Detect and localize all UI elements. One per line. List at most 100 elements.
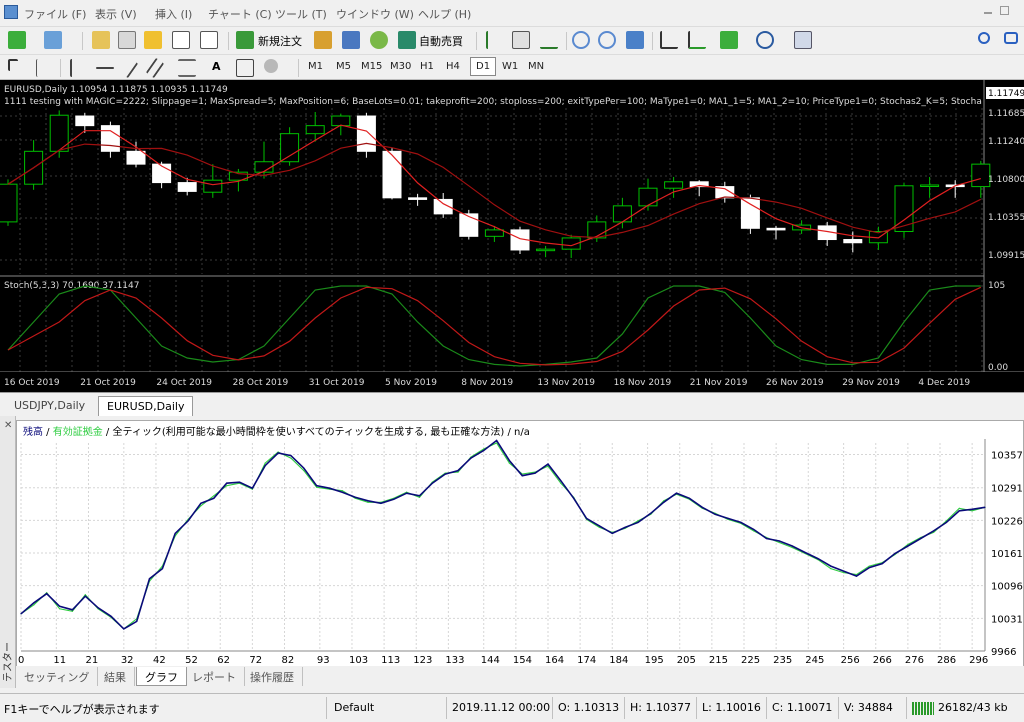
arrows-icon[interactable] — [264, 59, 278, 73]
balance-point — [958, 510, 960, 512]
fibonacci-icon[interactable] — [178, 59, 196, 77]
price-label: 1.10355 — [988, 213, 1024, 223]
new-order-icon[interactable] — [236, 31, 254, 49]
minimize-icon[interactable] — [984, 12, 992, 14]
balance-point — [547, 463, 549, 465]
crosshair-icon[interactable] — [36, 59, 44, 77]
x-tick-label: 103 — [349, 655, 368, 666]
timeframe-h4[interactable]: H4 — [446, 61, 460, 72]
vertical-line-icon[interactable] — [70, 59, 76, 77]
tab-journal[interactable]: 操作履歴 — [242, 667, 303, 686]
price-chart-window[interactable]: EURUSD,Daily 1.10954 1.11875 1.10935 1.1… — [0, 80, 1024, 392]
balance-point — [200, 502, 202, 504]
tab-usdjpy-daily[interactable]: USDJPY,Daily — [6, 396, 93, 416]
search-icon[interactable] — [978, 32, 990, 44]
timeframe-h1[interactable]: H1 — [420, 61, 434, 72]
equity-point — [59, 608, 61, 610]
tab-results[interactable]: 結果 — [96, 667, 135, 686]
tab-report[interactable]: レポート — [184, 667, 245, 686]
zoom-in-icon[interactable] — [572, 31, 590, 49]
y-tick-label: 10226 — [991, 516, 1023, 527]
menu-window[interactable]: ウインドウ (W) — [336, 6, 414, 22]
zoom-out-icon[interactable] — [598, 31, 616, 49]
timeframe-mn[interactable]: MN — [528, 61, 544, 72]
market-watch-icon[interactable] — [92, 31, 110, 49]
equity-point — [830, 568, 832, 570]
candle-body — [843, 239, 863, 244]
status-volume: V: 34884 — [844, 701, 893, 714]
line-chart-icon[interactable] — [540, 31, 558, 49]
bar-chart-icon[interactable] — [486, 31, 504, 49]
menu-chart[interactable]: チャート (C) — [208, 6, 272, 22]
tab-graph[interactable]: グラフ — [136, 667, 187, 686]
balance-point — [688, 497, 691, 499]
price-chart-canvas[interactable]: EURUSD,Daily 1.10954 1.11875 1.10935 1.1… — [0, 80, 1024, 392]
metaeditor-icon[interactable] — [314, 31, 332, 49]
timeframe-m5[interactable]: M5 — [336, 61, 351, 72]
equity-point — [560, 482, 562, 484]
auto-trading-button[interactable]: 自動売買 — [419, 33, 463, 49]
equity-point — [264, 462, 266, 464]
date-label: 21 Nov 2019 — [690, 378, 748, 388]
trendline-icon[interactable] — [119, 57, 139, 79]
balance-point — [290, 455, 292, 457]
equity-point — [341, 490, 343, 492]
menu-insert[interactable]: 挿入 (I) — [155, 6, 192, 22]
tester-tabs: セッティング 結果 グラフ レポート 操作履歴 — [16, 666, 1024, 688]
balance-point — [226, 482, 228, 484]
balance-point — [354, 496, 356, 498]
candle-body — [638, 187, 658, 207]
autoscroll-icon[interactable] — [688, 31, 706, 49]
svg-text:残高 / 有効証拠金 / 全ティック(利用可能な最小時間枠を: 残高 / 有効証拠金 / 全ティック(利用可能な最小時間枠を使いすべてのティック… — [23, 425, 530, 438]
new-order-button[interactable]: 新規注文 — [258, 33, 302, 49]
menu-help[interactable]: ヘルプ (H) — [418, 6, 471, 22]
tile-windows-icon[interactable] — [626, 31, 644, 49]
templates-icon[interactable] — [794, 31, 812, 49]
tab-settings[interactable]: セッティング — [16, 667, 99, 686]
chart-shift-icon[interactable] — [660, 31, 678, 49]
menu-view[interactable]: 表示 (V) — [95, 6, 137, 22]
timeframe-m15[interactable]: M15 — [361, 61, 382, 72]
timeframe-m30[interactable]: M30 — [390, 61, 411, 72]
channel-icon[interactable] — [145, 57, 165, 79]
tester-side-bar[interactable]: ✕ テスター — [0, 416, 16, 688]
balance-point — [251, 487, 253, 489]
balance-point — [444, 473, 446, 475]
x-tick-label: 42 — [153, 655, 166, 666]
chat-icon[interactable] — [1004, 32, 1018, 44]
restore-icon[interactable] — [1000, 6, 1009, 15]
x-tick-label: 133 — [445, 655, 464, 666]
menu-tools[interactable]: ツール (T) — [275, 6, 327, 22]
text-label-icon[interactable] — [236, 59, 254, 77]
menu-file[interactable]: ファイル (F) — [24, 6, 86, 22]
candlestick-icon[interactable] — [512, 31, 530, 49]
indicators-icon[interactable] — [720, 31, 738, 49]
x-tick-label: 205 — [677, 655, 696, 666]
auto-trading-icon[interactable] — [398, 31, 416, 49]
balance-point — [213, 497, 215, 499]
status-open: O: 1.10313 — [558, 701, 620, 714]
navigator-icon[interactable] — [144, 31, 162, 49]
periods-icon[interactable] — [756, 31, 774, 49]
profiles-icon[interactable] — [44, 31, 62, 49]
new-chart-icon[interactable] — [8, 31, 26, 49]
signals-icon[interactable] — [370, 31, 388, 49]
data-window-icon[interactable] — [118, 31, 136, 49]
candle-body — [305, 125, 325, 135]
timeframe-w1[interactable]: W1 — [502, 61, 518, 72]
x-tick-label: 11 — [53, 655, 66, 666]
close-icon[interactable]: ✕ — [4, 420, 12, 431]
community-icon[interactable] — [342, 31, 360, 49]
strategy-tester-icon[interactable] — [200, 31, 218, 49]
horizontal-line-icon[interactable] — [96, 67, 114, 69]
text-tool-button[interactable]: A — [212, 60, 221, 73]
app-icon[interactable] — [4, 5, 18, 19]
tab-eurusd-daily[interactable]: EURUSD,Daily — [98, 396, 194, 416]
timeframe-m1[interactable]: M1 — [308, 61, 323, 72]
candle-body — [331, 115, 351, 127]
status-bar: F1キーでヘルプが表示されます Default 2019.11.12 00:00… — [0, 693, 1024, 722]
timeframe-d1[interactable]: D1 — [470, 57, 497, 76]
terminal-icon[interactable] — [172, 31, 190, 49]
balance-point — [187, 520, 189, 522]
cursor-icon[interactable] — [8, 59, 18, 71]
